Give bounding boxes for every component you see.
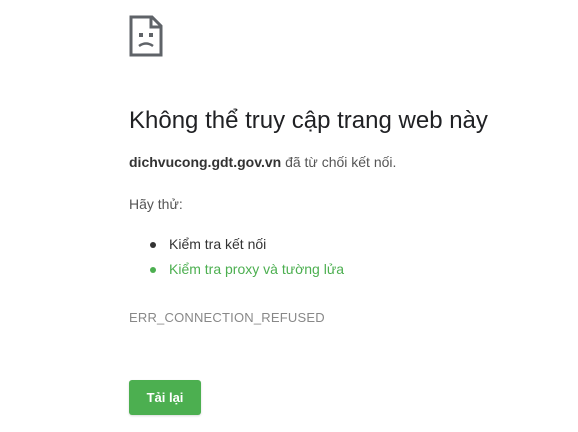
error-page: Không thể truy cập trang web này dichvuc… bbox=[0, 0, 578, 432]
bullet-icon bbox=[150, 267, 156, 273]
error-code: ERR_CONNECTION_REFUSED bbox=[129, 310, 325, 325]
error-summary: dichvucong.gdt.gov.vn đã từ chối kết nối… bbox=[129, 152, 396, 172]
sad-page-icon bbox=[129, 15, 163, 57]
summary-suffix: đã từ chối kết nối. bbox=[281, 154, 397, 170]
page-title: Không thể truy cập trang web này bbox=[129, 107, 488, 134]
suggestion-label: Kiểm tra kết nối bbox=[169, 236, 267, 252]
reload-button[interactable]: Tải lại bbox=[129, 380, 201, 415]
host-name: dichvucong.gdt.gov.vn bbox=[129, 154, 282, 170]
suggestions-list: Kiểm tra kết nối Kiểm tra proxy và tường… bbox=[129, 232, 344, 282]
bullet-icon bbox=[150, 242, 156, 248]
suggestion-label[interactable]: Kiểm tra proxy và tường lửa bbox=[169, 261, 344, 277]
suggestion-check-proxy-link[interactable]: Kiểm tra proxy và tường lửa bbox=[129, 257, 344, 282]
try-label: Hãy thử: bbox=[129, 196, 183, 212]
suggestion-check-connection: Kiểm tra kết nối bbox=[129, 232, 344, 257]
